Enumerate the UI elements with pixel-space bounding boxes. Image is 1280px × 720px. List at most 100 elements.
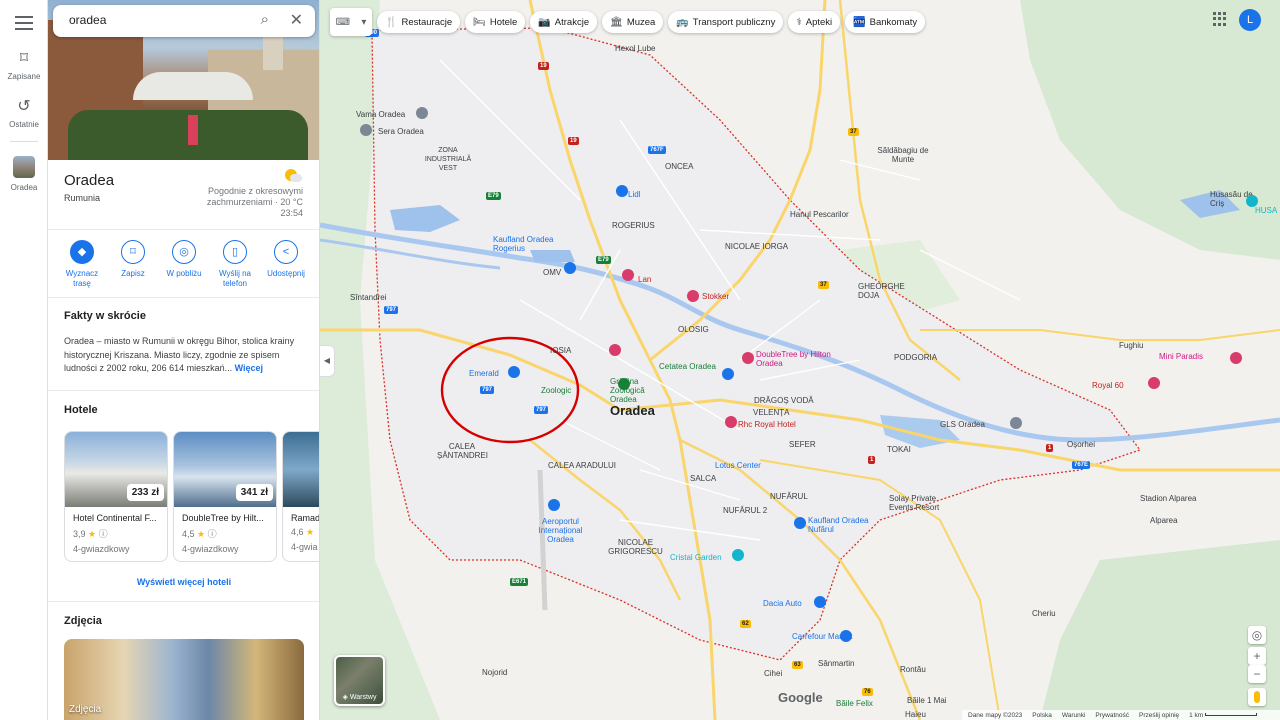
privacy-link[interactable]: Prywatność: [1095, 712, 1129, 719]
feedback-link[interactable]: Prześlij opinię: [1139, 712, 1179, 719]
avatar[interactable]: L: [1239, 9, 1261, 31]
rail-recent[interactable]: ↺ Ostatnie: [0, 96, 48, 129]
nearby-button[interactable]: ◎ W pobliżu: [160, 240, 208, 289]
road-shield: E671: [510, 578, 529, 586]
rail-place[interactable]: Oradea: [0, 156, 48, 192]
map-label: NICOLAE IORGA: [725, 242, 789, 251]
star-icon: ★: [88, 529, 97, 539]
info-icon[interactable]: ⓘ: [208, 529, 217, 539]
chip-restaurants[interactable]: 🍴 Restauracje: [377, 11, 461, 33]
chip-transit[interactable]: 🚌 Transport publiczny: [668, 11, 784, 33]
hotel-price: 233 zł: [126, 484, 164, 501]
hotel-rating: 4,6 ★: [283, 523, 319, 538]
directions-icon: ◆: [70, 240, 94, 264]
poi-marker[interactable]: [618, 378, 630, 390]
chip-label: Muzea: [626, 16, 656, 28]
country-link[interactable]: Polska: [1032, 712, 1052, 719]
map-label: Royal 60: [1092, 381, 1124, 390]
map-label: ONCEA: [665, 162, 694, 171]
hotel-class: 4-gwiazdkowy: [73, 544, 130, 554]
facts-heading: Fakty w skrócie: [64, 310, 146, 322]
map-label: ZONA INDUSTRIALĂ VEST: [424, 147, 472, 172]
send-to-phone-button[interactable]: ▯ Wyślij na telefon: [211, 240, 259, 289]
rail-saved[interactable]: ⌑ Zapisane: [0, 48, 48, 81]
send-to-phone-label: Wyślij na telefon: [219, 269, 251, 288]
chip-atms[interactable]: 🏧 Bankomaty: [845, 11, 926, 33]
poi-marker[interactable]: [616, 185, 628, 197]
divider: [48, 390, 319, 391]
input-tools-button[interactable]: ⌨ ▾: [330, 8, 372, 36]
map-label: GLS Oradea: [940, 420, 985, 429]
more-hotels-link[interactable]: Wyświetl więcej hoteli: [48, 577, 319, 587]
map-label: NUFĂRUL 2: [723, 506, 768, 515]
poi-marker[interactable]: [1246, 195, 1258, 207]
more-link[interactable]: Więcej: [235, 363, 263, 373]
rail-recent-label: Ostatnie: [9, 120, 39, 129]
photos-label: Zdjęcia: [69, 704, 102, 715]
poi-marker[interactable]: [564, 262, 576, 274]
street-view-pegman[interactable]: [1248, 688, 1266, 706]
poi-marker[interactable]: [508, 366, 520, 378]
category-chips: ⌨ ▾ 🍴 Restauracje 🛏 Hotele 📷 Atrakcje 🏛 Muzea…: [330, 7, 926, 37]
zoom-in-button[interactable]: +: [1248, 647, 1266, 665]
poi-marker[interactable]: [732, 549, 744, 561]
map-label: NICOLAE GRIGORESCU: [608, 538, 663, 556]
collapse-panel-button[interactable]: ◀: [320, 345, 335, 377]
scale-control[interactable]: 1 km: [1189, 712, 1258, 719]
poi-marker[interactable]: [814, 596, 826, 608]
road-shield: 37: [818, 281, 829, 289]
chip-museums[interactable]: 🏛 Muzea: [602, 11, 664, 33]
map-label: Lan: [638, 275, 652, 284]
poi-marker[interactable]: [360, 124, 372, 136]
poi-marker[interactable]: [609, 344, 621, 356]
hotel-card[interactable]: 233 zł Hotel Continental F... 3,9 ★ ⓘ 4-…: [64, 431, 168, 562]
poi-marker[interactable]: [840, 630, 852, 642]
chip-label: Bankomaty: [869, 16, 918, 28]
info-icon[interactable]: ⓘ: [99, 529, 108, 539]
search-box: ⌕ ✕: [53, 5, 315, 37]
poi-marker[interactable]: [725, 416, 737, 428]
map-label: Băile 1 Mai: [907, 696, 947, 705]
photos-thumbnail[interactable]: Zdjęcia: [64, 639, 304, 720]
poi-marker[interactable]: [548, 499, 560, 511]
map-data-credit: Dane mapy ©2023: [968, 711, 1023, 719]
search-icon[interactable]: ⌕: [261, 11, 269, 28]
divider: [48, 601, 319, 602]
poi-marker[interactable]: [416, 107, 428, 119]
map-canvas[interactable]: Hexol Lube Vama Oradea Sera Oradea ZONA …: [320, 0, 1280, 720]
map-label: Emerald: [469, 369, 499, 378]
hotel-name: Ramad: [291, 513, 320, 523]
poi-marker[interactable]: [722, 368, 734, 380]
map-city-label: Oradea: [610, 403, 655, 418]
layers-button[interactable]: ◈ Warstwy: [334, 655, 385, 706]
hotel-rating: 4,5 ★ ⓘ: [174, 523, 276, 540]
chip-attractions[interactable]: 📷 Atrakcje: [530, 11, 598, 33]
apps-grid-icon[interactable]: [1213, 12, 1227, 26]
close-icon[interactable]: ✕: [290, 10, 303, 30]
poi-marker[interactable]: [1148, 377, 1160, 389]
pegman-icon: [1254, 691, 1260, 703]
my-location-button[interactable]: ◎: [1248, 626, 1266, 644]
hotel-card[interactable]: Ramad 4,6 ★ 4-gwia: [282, 431, 320, 562]
zoom-out-button[interactable]: −: [1248, 665, 1266, 683]
terms-link[interactable]: Warunki: [1062, 712, 1086, 719]
directions-button[interactable]: ◆ Wyznacz trasę: [58, 240, 106, 289]
scale-bar: [1205, 713, 1258, 717]
hotel-rating: 3,9 ★ ⓘ: [65, 523, 167, 540]
poi-marker[interactable]: [622, 269, 634, 281]
chip-pharmacies[interactable]: ⚕ Apteki: [788, 11, 841, 33]
search-input[interactable]: [69, 13, 239, 27]
camera-icon: 📷: [538, 16, 551, 28]
hotel-photo: [283, 432, 319, 507]
save-button[interactable]: ⌑ Zapisz: [109, 240, 157, 289]
poi-marker[interactable]: [1230, 352, 1242, 364]
poi-marker[interactable]: [687, 290, 699, 302]
share-button[interactable]: < Udostępnij: [262, 240, 310, 289]
poi-marker[interactable]: [794, 517, 806, 529]
chip-hotels[interactable]: 🛏 Hotele: [465, 11, 526, 33]
hotel-card[interactable]: 341 zł DoubleTree by Hilt... 4,5 ★ ⓘ 4-g…: [173, 431, 277, 562]
poi-marker[interactable]: [1010, 417, 1022, 429]
poi-marker[interactable]: [742, 352, 754, 364]
bookmark-icon: ⌑: [19, 50, 29, 67]
menu-icon[interactable]: [12, 12, 36, 32]
